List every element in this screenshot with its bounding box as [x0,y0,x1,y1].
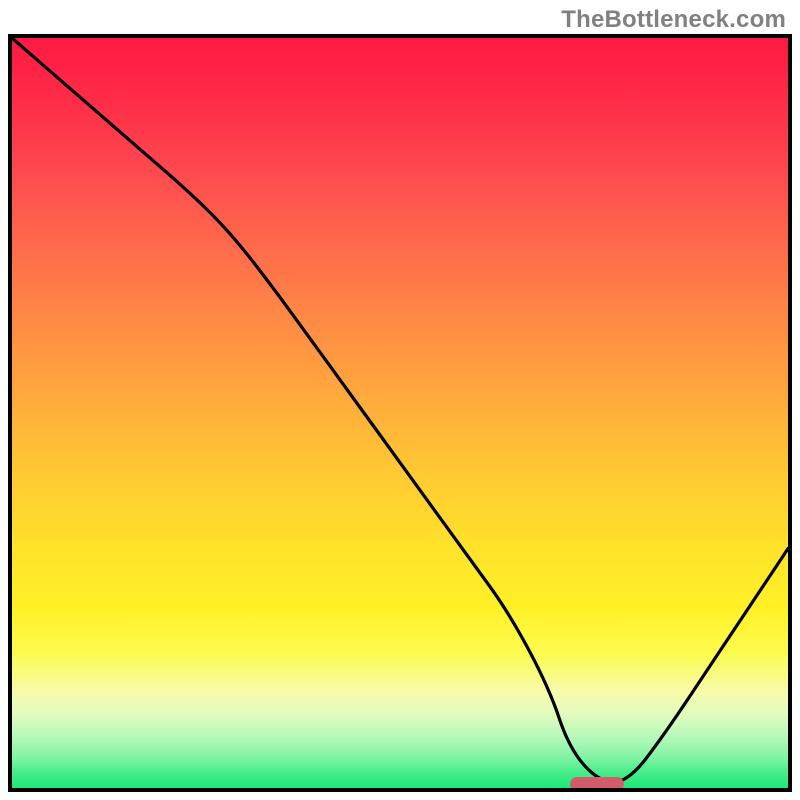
chart-plot-area [8,34,792,792]
attribution-label: TheBottleneck.com [561,6,786,34]
bottleneck-curve [12,38,788,788]
optimal-point-marker [570,777,624,791]
